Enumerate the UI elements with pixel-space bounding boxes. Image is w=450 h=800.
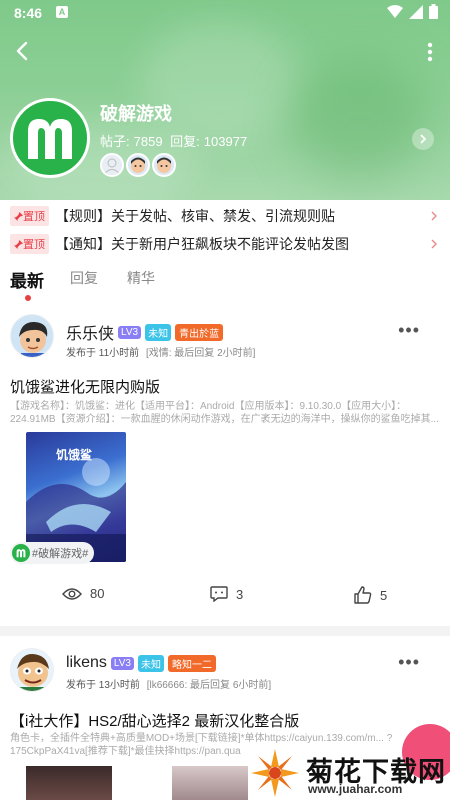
forum-tag-logo [12,544,30,562]
post-title[interactable]: 饥饿鲨进化无限内购版 [10,376,160,397]
moderator-avatar[interactable] [152,153,176,177]
post-author-name[interactable]: 乐乐侠 [66,320,114,344]
more-vertical-icon[interactable] [424,40,436,64]
like-button[interactable]: 5 [354,586,387,604]
posts-label: 帖子: [100,134,130,149]
pin-icon [14,239,23,249]
pinned-badge-label: 置顶 [23,239,45,251]
cartoon-face-icon [157,157,171,173]
title-badge: 青出於蓝 [175,323,224,341]
level-badge: LV3 [110,656,134,670]
post-time: 发布于 11小时前 [66,348,140,359]
forum-info-button[interactable] [412,128,434,150]
tab-featured[interactable]: 精华 [127,268,155,288]
pinned-title: 【规则】关于发帖、核审、禁发、引流规则贴 [55,208,335,224]
level-badge: LV3 [118,325,142,339]
forum-header: 8:46 A 破解游戏 帖子: 7859 回复: 103977 [0,0,450,200]
sketch-avatar-icon [104,158,120,174]
post-actions: 80 3 5 [0,586,450,616]
post-more-button[interactable]: ••• [398,652,420,673]
post-meta: 发布于 11小时前 [戏情: 最后回复 2小时前] [66,344,255,359]
watermark-url: www.juahar.com [308,782,403,796]
m-logo-icon [28,119,72,159]
thumbnail-caption: 饥饿鲨 [56,448,93,462]
status-badge: 未知 [137,654,164,672]
post-more-button[interactable]: ••• [398,320,420,341]
chevron-right-icon [431,211,437,221]
tab-latest[interactable]: 最新 [10,267,44,292]
avatar[interactable] [10,314,54,358]
cartoon-face-icon [131,157,145,173]
last-reply: [lk66666: 最后回复 6小时前] [146,680,272,691]
forum-logo [10,98,90,178]
post-time: 发布于 13小时前 [66,680,140,691]
cartoon-avatar-icon [11,315,53,357]
replies-label: 回复: [170,134,200,149]
comment-button[interactable]: 3 [210,586,243,602]
avatar[interactable] [10,648,54,692]
views-count: 80 [90,586,105,601]
back-arrow-icon[interactable] [10,38,36,64]
chevron-right-icon [420,134,427,144]
eye-icon [62,587,82,600]
likes-count: 5 [380,587,388,603]
active-tab-indicator [25,295,31,301]
pinned-list: 置顶 【规则】关于发帖、核审、禁发、引流规则贴 置顶 【通知】关于新用户狂飙板块… [0,200,450,258]
moderator-avatar[interactable] [126,153,150,177]
post-excerpt: 【游戏名称】：饥饿鲨：进化【适用平台】：Android【应用版本】：9.10.3… [10,401,439,425]
moderator-avatar[interactable] [100,153,124,177]
battery-icon [429,4,438,19]
pin-icon [14,211,23,221]
forum-name: 破解游戏 [100,104,172,124]
post-author-line: 乐乐侠 LV3 未知 青出於蓝 [66,320,224,344]
wifi-icon [387,4,403,18]
notification-a-icon: A [56,6,68,18]
signal-icon [409,4,423,19]
site-watermark: 菊花下载网 www.juahar.com [246,746,450,800]
tab-replies[interactable]: 回复 [70,268,98,288]
post-tabs: 最新 回复 精华 [0,262,450,306]
header-bg-blur [290,60,430,180]
comments-count: 3 [236,586,244,602]
post-thumbnail[interactable] [26,766,112,800]
pinned-badge: 置顶 [10,234,49,254]
moderator-avatars[interactable] [100,153,178,177]
status-bar: 8:46 A [0,0,450,26]
post-author-line: likens LV3 未知 略知一二 [66,654,216,672]
pinned-title: 【通知】关于新用户狂飙板块不能评论发帖发图 [55,236,349,252]
replies-count: 103977 [203,134,248,149]
chrysanthemum-logo-icon [251,749,299,797]
chevron-right-icon [431,239,437,249]
post-meta: 发布于 13小时前 [lk66666: 最后回复 6小时前] [66,676,271,691]
post-author-name[interactable]: likens [66,654,107,672]
posts-count: 7859 [133,134,163,149]
post-thumbnail[interactable] [172,766,248,800]
last-reply: [戏情: 最后回复 2小时前] [145,348,256,359]
pinned-badge-label: 置顶 [23,211,45,223]
post-title[interactable]: 【i社大作】HS2/甜心选择2 最新汉化整合版 [10,710,299,731]
comment-icon [210,586,228,602]
status-time: 8:46 [14,5,43,21]
system-icons [387,4,438,19]
forum-tag-label: #破解游戏# [32,548,89,560]
views-stat[interactable]: 80 [62,586,104,601]
post-card[interactable]: 乐乐侠 LV3 未知 青出於蓝 发布于 11小时前 [戏情: 最后回复 2小时前… [0,306,450,626]
status-badge: 未知 [145,323,172,341]
thumbs-up-icon [354,586,372,604]
cartoon-avatar-icon [11,649,53,691]
pinned-item[interactable]: 置顶 【通知】关于新用户狂飙板块不能评论发帖发图 [0,230,450,258]
pinned-item[interactable]: 置顶 【规则】关于发帖、核审、禁发、引流规则贴 [0,202,450,230]
pinned-badge: 置顶 [10,206,49,226]
m-logo-icon [16,549,26,558]
title-badge: 略知一二 [167,654,216,672]
post-divider [0,626,450,636]
forum-stats: 帖子: 7859 回复: 103977 [100,131,251,150]
forum-tag[interactable]: #破解游戏# [10,542,95,564]
